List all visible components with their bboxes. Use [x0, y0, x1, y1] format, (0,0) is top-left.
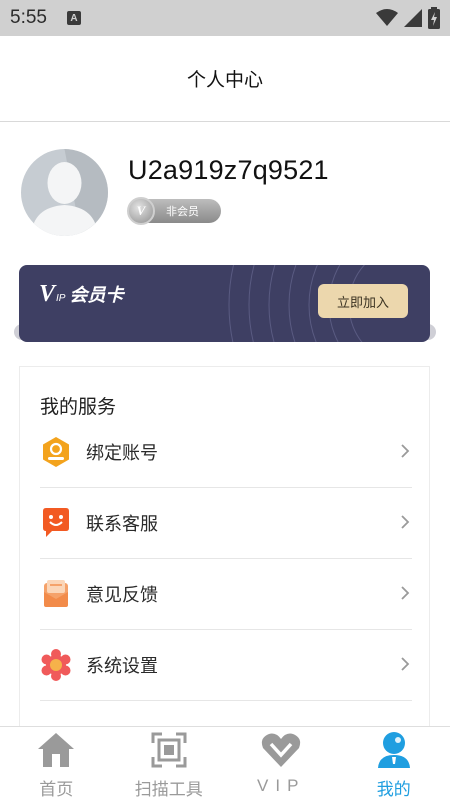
member-status-label: 非会员	[166, 205, 199, 218]
page-title: 个人中心	[186, 69, 263, 91]
nav-item-scan[interactable]: 扫描工具	[113, 727, 226, 800]
vip-logo-ip: IP	[56, 293, 66, 304]
settings-icon	[40, 649, 72, 681]
service-label: 系统设置	[86, 656, 158, 677]
bottom-nav: 首页 扫描工具 VIP 我的	[0, 726, 450, 800]
customer-service-icon	[40, 507, 72, 539]
services-panel: 我的服务 绑定账号 联系客服 意见反馈 系统设置	[19, 366, 430, 726]
status-time: 5:55	[10, 7, 47, 28]
member-status-badge: V 非会员	[127, 197, 221, 225]
avatar-placeholder-icon	[21, 149, 108, 236]
nav-item-home[interactable]: 首页	[0, 727, 113, 800]
profile-section: U2a919z7q9521 V 非会员	[0, 122, 450, 252]
service-label: 联系客服	[86, 514, 158, 535]
chevron-right-icon	[400, 514, 410, 534]
wifi-icon	[376, 9, 398, 31]
bind-account-icon	[40, 436, 72, 468]
services-title: 我的服务	[40, 396, 117, 418]
status-bar: 5:55 A	[0, 0, 450, 36]
scan-icon	[149, 730, 189, 769]
avatar[interactable]	[21, 149, 108, 236]
feedback-icon	[40, 578, 72, 610]
home-icon	[36, 730, 76, 769]
nav-label: 首页	[39, 780, 74, 800]
battery-icon	[428, 7, 440, 33]
vip-card-area: V IP 会员卡 立即加入	[0, 252, 450, 358]
status-indicators	[376, 7, 440, 33]
service-item-feedback[interactable]: 意见反馈	[40, 559, 412, 630]
vip-logo-text: 会员卡	[69, 285, 124, 306]
service-label: 绑定账号	[86, 443, 158, 464]
profile-icon	[374, 730, 414, 769]
chevron-right-icon	[400, 443, 410, 463]
service-item-bind-account[interactable]: 绑定账号	[40, 417, 412, 488]
vip-logo-v: V	[39, 281, 56, 307]
username: U2a919z7q9521	[128, 155, 329, 185]
vip-card[interactable]: V IP 会员卡 立即加入	[19, 265, 430, 342]
nav-item-mine[interactable]: 我的	[338, 727, 450, 800]
service-item-settings[interactable]: 系统设置	[40, 630, 412, 701]
signal-icon	[404, 9, 422, 31]
nav-item-vip[interactable]: VIP	[225, 727, 338, 800]
vip-heart-icon	[261, 730, 301, 770]
member-v-icon: V	[127, 197, 155, 225]
service-item-customer-service[interactable]: 联系客服	[40, 488, 412, 559]
notification-icon: A	[66, 11, 81, 25]
nav-label: VIP	[257, 776, 306, 795]
nav-label: 扫描工具	[134, 780, 203, 800]
service-label: 意见反馈	[86, 585, 158, 606]
page-header: 个人中心	[0, 36, 450, 122]
join-vip-button[interactable]: 立即加入	[318, 284, 408, 318]
vip-logo: V IP 会员卡	[39, 281, 123, 308]
chevron-right-icon	[400, 656, 410, 676]
nav-label: 我的	[376, 780, 411, 800]
chevron-right-icon	[400, 585, 410, 605]
